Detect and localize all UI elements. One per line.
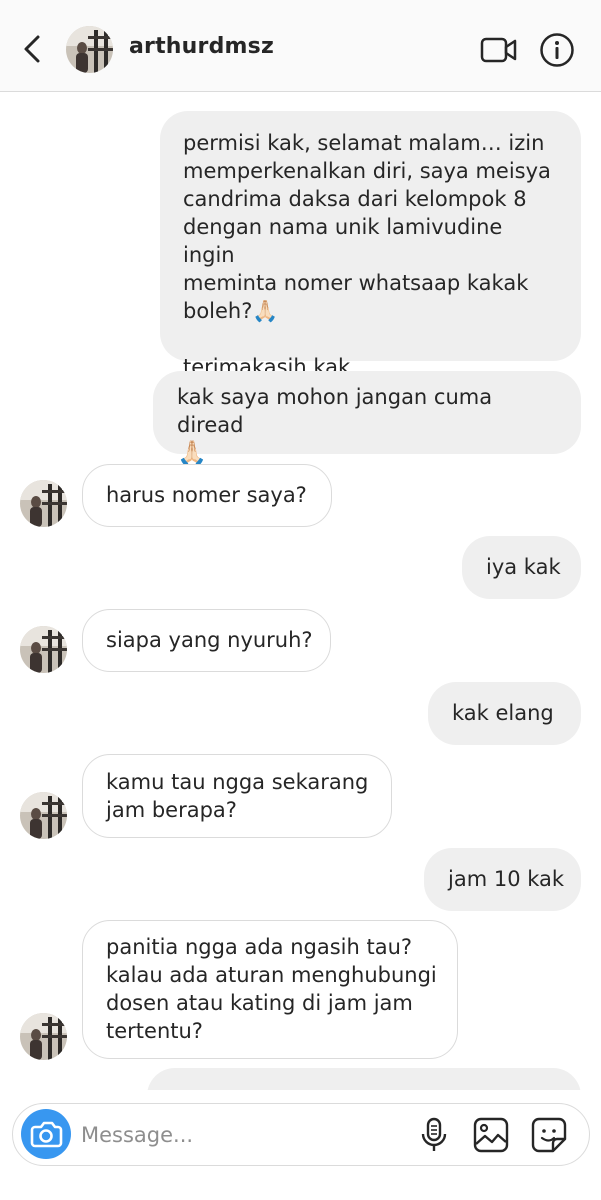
sticker-button[interactable] (531, 1117, 567, 1153)
sender-avatar[interactable] (20, 1013, 67, 1060)
sender-avatar[interactable] (20, 480, 67, 527)
sticker-icon (531, 1117, 567, 1153)
sent-message[interactable]: … (147, 1068, 581, 1090)
sender-avatar[interactable] (20, 792, 67, 839)
message-line: tertentu? (106, 1019, 203, 1043)
sent-message[interactable]: jam 10 kak (424, 848, 581, 911)
message-line: kamu tau ngga sekarang (106, 770, 369, 794)
chat-header: arthurdmsz (0, 0, 601, 92)
header-username[interactable]: arthurdmsz (129, 34, 274, 59)
received-message[interactable]: kamu tau ngga sekarang jam berapa? (82, 754, 392, 838)
message-line: kak saya mohon jangan cuma diread (177, 385, 493, 437)
message-line: 🙏🏻 (177, 439, 207, 467)
sent-message[interactable]: iya kak (462, 536, 581, 599)
received-message[interactable]: panitia ngga ada ngasih tau? kalau ada a… (82, 920, 458, 1059)
image-icon (473, 1117, 509, 1153)
camera-icon (30, 1121, 63, 1148)
message-line: kak elang (452, 701, 554, 725)
message-line: memperkenalkan diri, saya meisya (183, 159, 551, 183)
header-avatar[interactable] (66, 26, 113, 73)
sender-avatar[interactable] (20, 626, 67, 673)
gallery-button[interactable] (473, 1117, 509, 1153)
message-line: panitia ngga ada ngasih tau? (106, 935, 413, 959)
received-message[interactable]: harus nomer saya? (82, 464, 332, 527)
message-line: dosen atau kating di jam jam (106, 991, 413, 1015)
message-line: jam 10 kak (448, 867, 565, 891)
message-line: iya kak (486, 555, 561, 579)
voice-message-button[interactable] (417, 1117, 451, 1153)
received-message[interactable]: siapa yang nyuruh? (82, 609, 331, 672)
sent-message[interactable]: permisi kak, selamat malam… izin memperk… (160, 111, 581, 379)
message-line: harus nomer saya? (106, 483, 307, 507)
video-camera-icon (480, 37, 517, 63)
message-line: siapa yang nyuruh? (106, 628, 313, 652)
sent-message[interactable]: kak saya mohon jangan cuma diread 🙏🏻 (153, 371, 581, 467)
chevron-left-icon (24, 35, 40, 63)
microphone-icon (421, 1117, 447, 1151)
message-line: kalau ada aturan menghubungi (106, 963, 437, 987)
message-line: jam berapa? (106, 798, 237, 822)
back-button[interactable] (18, 33, 46, 65)
message-line: candrima daksa dari kelompok 8 (183, 187, 527, 211)
message-line: permisi kak, selamat malam… izin (183, 131, 545, 155)
sent-message[interactable]: kak elang (428, 682, 581, 745)
camera-button[interactable] (21, 1109, 71, 1159)
info-button[interactable] (539, 32, 575, 68)
message-composer (12, 1103, 590, 1166)
message-line: meminta nomer whatsaap kakak (183, 271, 529, 295)
message-line: dengan nama unik lamivudine ingin (183, 215, 503, 267)
video-call-button[interactable] (480, 36, 518, 64)
message-line: … (171, 1082, 581, 1090)
message-line: boleh?🙏🏻 (183, 299, 279, 323)
message-thread[interactable]: permisi kak, selamat malam… izin memperk… (0, 92, 601, 1090)
message-line (183, 325, 559, 353)
message-input[interactable] (79, 1116, 403, 1154)
info-icon (540, 33, 574, 67)
